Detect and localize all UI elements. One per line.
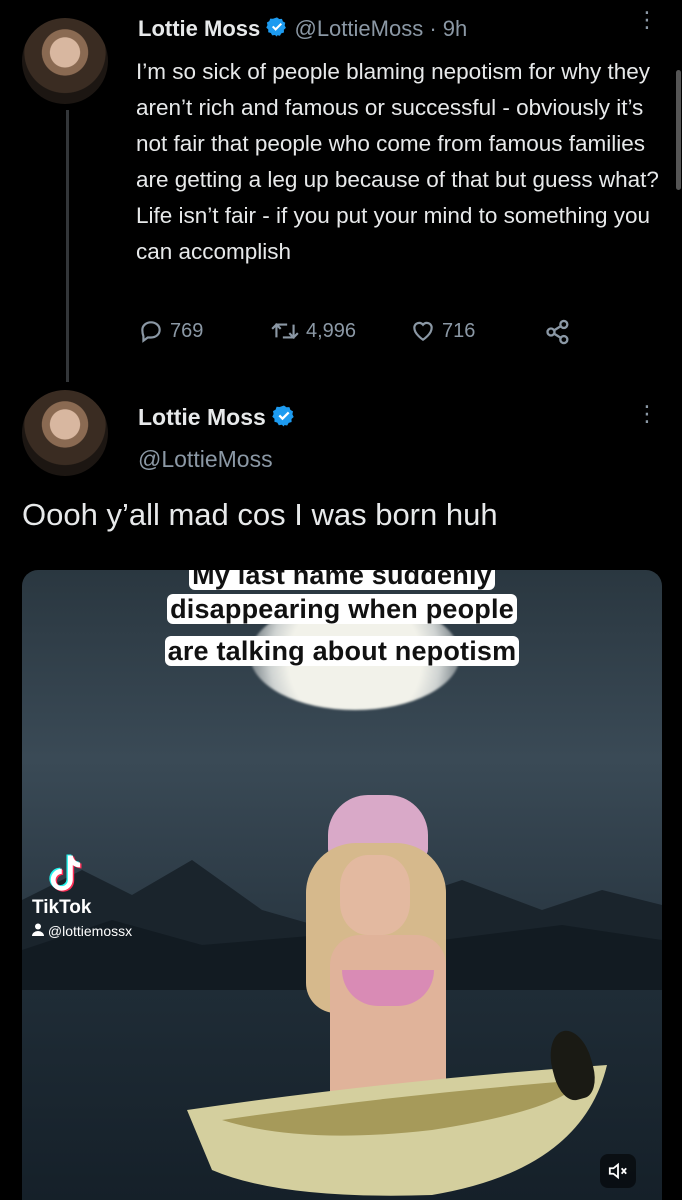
tiktok-watermark: TikTok @lottiemossx [32,852,132,939]
mute-button[interactable] [600,1154,636,1188]
more-icon[interactable]: ⋮ [636,9,658,31]
retweet-count: 4,996 [306,319,357,342]
user-icon [32,923,44,936]
tweet-text: Oooh y’all mad cos I was born huh [22,497,498,532]
timestamp[interactable]: 9h [443,16,467,41]
mute-icon [608,1162,627,1180]
retweet-icon [271,323,299,339]
author-name[interactable]: Lottie Moss [138,404,266,430]
video-media[interactable]: My last name suddenly disappearing when … [22,570,662,1200]
author-info: Lottie Moss [138,404,296,434]
caption-text-3: are talking about nepotism [164,636,520,666]
caption-text-2: disappearing when people [167,594,517,624]
verified-badge-icon [266,16,288,44]
reply-count: 769 [170,319,204,342]
share-icon [546,319,569,345]
caption-line-3: are talking about nepotism [22,636,662,667]
author-handle[interactable]: @LottieMoss [294,16,423,41]
reply-button[interactable]: 769 [138,318,203,344]
verified-badge-icon [272,404,296,434]
like-icon [413,321,433,341]
boat [187,1065,607,1196]
tiktok-logo-icon [49,854,82,892]
reply-icon [141,321,161,343]
face [340,855,410,935]
separator: · [429,16,437,41]
tiktok-brand: TikTok [32,897,92,918]
author-name[interactable]: Lottie Moss [138,16,260,41]
caption-text-1: My last name suddenly [189,570,495,590]
tweet-header: Lottie Moss @LottieMoss · 9h [138,16,467,44]
share-button[interactable] [544,318,572,346]
tiktok-username: @lottiemossx [47,923,133,939]
retweet-button[interactable]: 4,996 [270,318,356,344]
avatar[interactable] [22,390,108,476]
tiktok-user: @lottiemossx [32,923,132,939]
more-icon[interactable]: ⋮ [636,403,658,425]
caption-line-1: My last name suddenly [22,570,662,591]
author-handle[interactable]: @LottieMoss [138,446,273,473]
scrollbar[interactable] [676,70,681,190]
tweet-text: I’m so sick of people blaming nepotism f… [136,59,659,264]
thread-line [66,110,69,382]
caption-line-2: disappearing when people [22,594,662,625]
like-button[interactable]: 716 [410,318,475,344]
avatar[interactable] [22,18,108,104]
like-count: 716 [442,319,476,342]
